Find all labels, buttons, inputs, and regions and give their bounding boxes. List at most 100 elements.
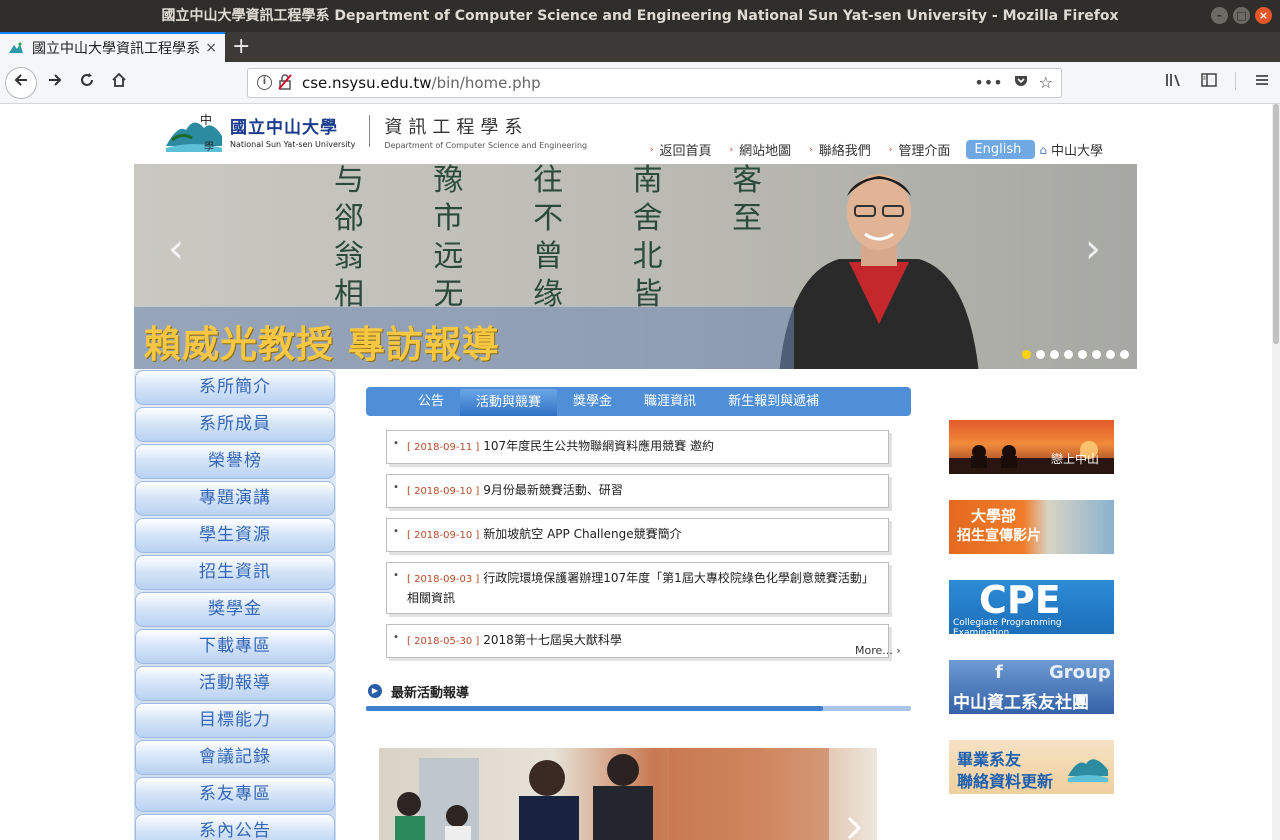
tab-strip: 國立中山大學資訊工程學系 × + bbox=[0, 32, 1280, 62]
love-nsysu-text: 戀上中山 bbox=[1051, 452, 1100, 466]
bookmark-star-icon[interactable]: ☆ bbox=[1039, 73, 1053, 93]
news-item[interactable]: • [ 2018-09-11 ] 107年度民生公共物聯網資料應用競賽 邀約 bbox=[386, 430, 889, 464]
sidebar-item[interactable]: 榮譽榜 bbox=[135, 444, 335, 479]
sidebar-item[interactable]: 專題演講 bbox=[135, 481, 335, 516]
page-scrollbar[interactable] bbox=[1272, 104, 1280, 840]
admin-link[interactable]: › 管理介面 bbox=[889, 140, 951, 159]
sidebar-item[interactable]: 系所簡介 bbox=[135, 370, 335, 405]
news-tab[interactable]: 職涯資訊 bbox=[628, 387, 712, 416]
navigation-toolbar: i cse.nsysu.edu.tw/bin/home.php ••• ☆ bbox=[0, 62, 1280, 104]
nsysu-link[interactable]: ⌂ 中山大學 bbox=[1039, 140, 1103, 160]
tab-close-icon[interactable]: × bbox=[205, 40, 217, 56]
sidebar-item[interactable]: 系友專區 bbox=[135, 777, 335, 812]
close-icon[interactable]: × bbox=[1255, 7, 1272, 24]
news-tab[interactable]: 活動與競賽 bbox=[460, 389, 558, 416]
university-name-zh: 國立中山大學 bbox=[230, 118, 338, 138]
admin-link-label: 管理介面 bbox=[898, 144, 951, 159]
sidebar-item[interactable]: 下載專區 bbox=[135, 629, 335, 664]
cpe-banner[interactable]: CPE Collegiate Programming Examination bbox=[949, 580, 1114, 634]
sidebar-item[interactable]: 活動報導 bbox=[135, 666, 335, 701]
pocket-icon[interactable] bbox=[1013, 73, 1029, 93]
url-bar[interactable]: i cse.nsysu.edu.tw/bin/home.php ••• ☆ bbox=[247, 68, 1062, 98]
love-nsysu-banner[interactable]: 戀上中山 bbox=[949, 420, 1114, 474]
banner-dot[interactable] bbox=[1036, 350, 1045, 359]
sidebar-item[interactable]: 招生資訊 bbox=[135, 555, 335, 590]
sitemap-link[interactable]: › 網站地圖 bbox=[730, 140, 792, 159]
sidebar-item[interactable]: 學生資源 bbox=[135, 518, 335, 553]
news-tab[interactable]: 新生報到與遞補 bbox=[712, 387, 835, 416]
sidebar-item[interactable]: 目標能力 bbox=[135, 703, 335, 738]
news-title[interactable]: 107年度民生公共物聯網資料應用競賽 邀約 bbox=[483, 439, 714, 453]
page-actions-icon[interactable]: ••• bbox=[974, 73, 1002, 93]
url-host: cse.nsysu.edu.tw bbox=[302, 74, 432, 92]
news-title[interactable]: 2018第十七屆吳大猷科學 bbox=[483, 633, 622, 647]
alumni-update-line1: 畢業系友 bbox=[957, 750, 1022, 769]
news-item[interactable]: •[ 2018-09-03 ] 行政院環境保護署辦理107年度「第1屆大專校院綠色… bbox=[386, 562, 889, 614]
sidebar-item[interactable]: 獎學金 bbox=[135, 592, 335, 627]
maximize-icon[interactable]: □ bbox=[1233, 7, 1250, 24]
home-button[interactable] bbox=[104, 68, 134, 98]
activity-photo[interactable] bbox=[379, 748, 877, 840]
news-list: • [ 2018-09-11 ] 107年度民生公共物聯網資料應用競賽 邀約 • [ 2… bbox=[386, 430, 892, 668]
activity-section-header: ▶ 最新活動報導 bbox=[366, 682, 911, 712]
sidebar-icon[interactable] bbox=[1201, 72, 1217, 92]
window-controls: – □ × bbox=[1211, 7, 1272, 24]
admission-video-line1: 大學部 bbox=[971, 507, 1017, 525]
toolbar-right bbox=[1165, 72, 1270, 92]
banner-next-icon[interactable]: › bbox=[1085, 226, 1101, 272]
arrow-icon: › bbox=[888, 144, 893, 155]
new-tab-icon[interactable]: + bbox=[232, 34, 250, 60]
url-text[interactable]: cse.nsysu.edu.tw/bin/home.php bbox=[302, 74, 541, 92]
banner-prev-icon[interactable]: ‹ bbox=[168, 226, 184, 272]
news-item[interactable]: • [ 2018-09-10 ] 9月份最新競賽活動、研習 bbox=[386, 474, 889, 508]
admission-video-banner[interactable]: 大學部 招生宣傳影片 bbox=[949, 500, 1114, 554]
svg-text:中: 中 bbox=[200, 112, 212, 127]
library-icon[interactable] bbox=[1165, 72, 1183, 92]
insecure-lock-icon[interactable] bbox=[278, 74, 292, 94]
home-link[interactable]: › 返回首頁 bbox=[650, 140, 712, 159]
minimize-icon[interactable]: – bbox=[1211, 7, 1228, 24]
news-item[interactable]: • [ 2018-05-30 ] 2018第十七屆吳大猷科學 bbox=[386, 624, 889, 658]
site-container: 中 學 國立中山大學 National Sun Yat-sen Universi… bbox=[134, 104, 1137, 840]
banner-dot[interactable] bbox=[1050, 350, 1059, 359]
activity-photo-scene bbox=[395, 748, 862, 840]
nsysu-logo-icon: 中 學 bbox=[164, 110, 226, 153]
news-title[interactable]: 新加坡航空 APP Challenge競賽簡介 bbox=[483, 527, 681, 541]
department-name-zh: 資訊工程學系 bbox=[384, 116, 529, 138]
banner-dot[interactable] bbox=[1064, 350, 1073, 359]
forward-button[interactable] bbox=[40, 68, 70, 98]
info-icon[interactable]: i bbox=[257, 75, 272, 90]
sidebar-item[interactable]: 系內公告 bbox=[135, 814, 335, 840]
news-tabs: 公告 活動與競賽 獎學金 職涯資訊 新生報到與遞補 bbox=[366, 387, 911, 416]
news-tab[interactable]: 獎學金 bbox=[557, 387, 628, 416]
banner-dot[interactable] bbox=[1120, 350, 1129, 359]
scrollbar-thumb[interactable] bbox=[1273, 104, 1279, 344]
banner-dot[interactable] bbox=[1022, 350, 1031, 359]
english-button[interactable]: English bbox=[966, 140, 1036, 159]
admission-video-line2: 招生宣傳影片 bbox=[957, 528, 1041, 544]
department-name-en: Department of Computer Science and Engin… bbox=[384, 140, 588, 150]
department-logo[interactable]: 中 學 國立中山大學 National Sun Yat-sen Universi… bbox=[164, 110, 588, 153]
back-button[interactable] bbox=[5, 67, 37, 99]
banner-dot[interactable] bbox=[1078, 350, 1087, 359]
bullet-icon: • bbox=[393, 526, 399, 537]
news-tab[interactable]: 公告 bbox=[402, 387, 460, 416]
alumni-group-banner[interactable]: Group f 中山資工系友社團 bbox=[949, 660, 1114, 714]
news-date: [ 2018-09-10 ] bbox=[407, 486, 480, 497]
news-title[interactable]: 9月份最新競賽活動、研習 bbox=[483, 483, 623, 497]
browser-tab[interactable]: 國立中山大學資訊工程學系 × bbox=[0, 32, 225, 62]
contact-link[interactable]: › 聯絡我們 bbox=[809, 140, 871, 159]
home-icon bbox=[112, 72, 126, 87]
sidebar-item[interactable]: 會議記錄 bbox=[135, 740, 335, 775]
banner-dot[interactable] bbox=[1106, 350, 1115, 359]
more-link[interactable]: More... › bbox=[855, 644, 901, 657]
reload-button[interactable] bbox=[72, 68, 102, 98]
sidebar-item[interactable]: 系所成員 bbox=[135, 407, 335, 442]
news-item[interactable]: • [ 2018-09-10 ] 新加坡航空 APP Challenge競賽簡介 bbox=[386, 518, 889, 552]
hero-banner[interactable]: 与 豫 往 南 客 郤 市 不 舍 至 翁 远 曾 北 相 无 缘 皆 賴威光教… bbox=[134, 164, 1137, 369]
bullet-icon: • bbox=[393, 570, 399, 581]
alumni-update-banner[interactable]: 畢業系友 聯絡資料更新 bbox=[949, 740, 1114, 794]
banner-dot[interactable] bbox=[1092, 350, 1101, 359]
facebook-icon: f bbox=[995, 662, 1003, 683]
menu-icon[interactable] bbox=[1254, 72, 1270, 92]
